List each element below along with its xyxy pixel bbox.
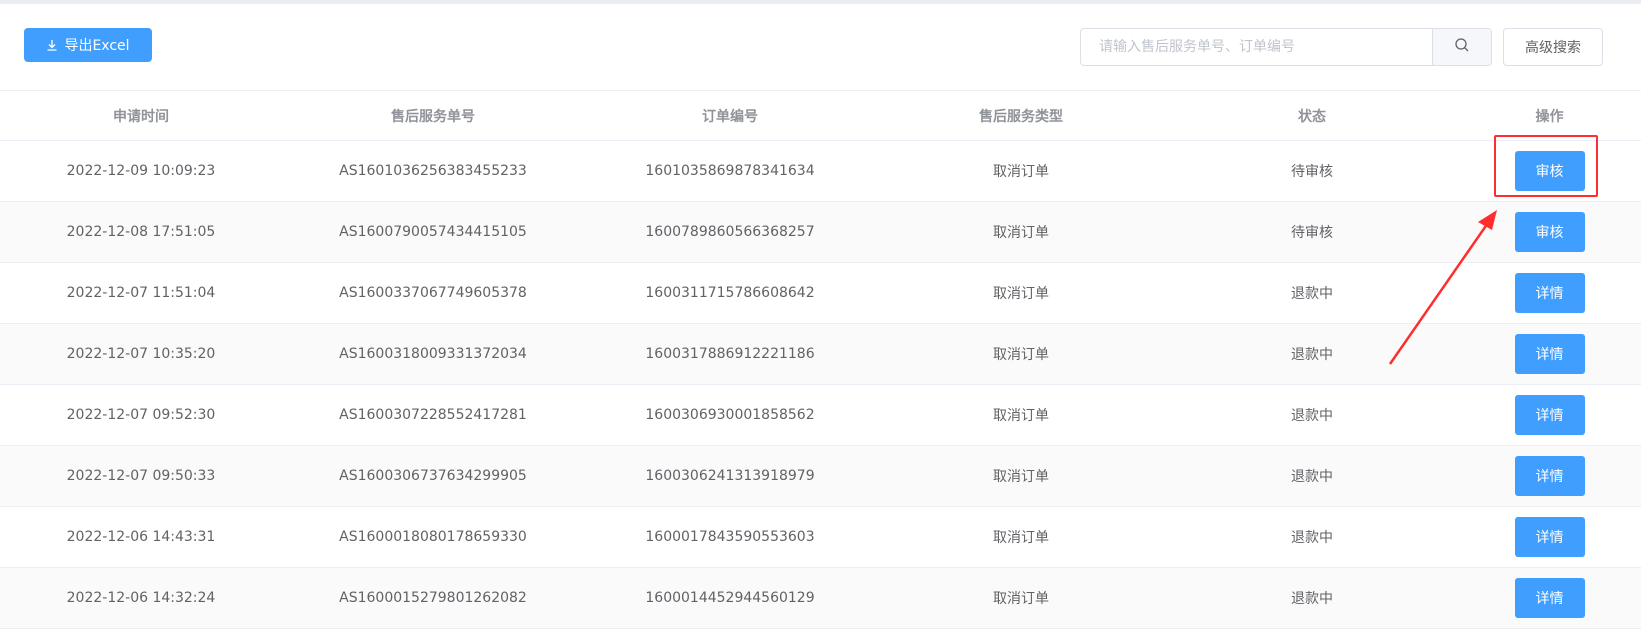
search-input[interactable]: [1081, 29, 1432, 65]
table-row: 2022-12-07 10:35:20 AS160031800933137203…: [0, 324, 1641, 385]
cell-order-no: 1600017843590553603: [645, 529, 815, 545]
table-header: 申请时间 售后服务单号 订单编号 售后服务类型 状态 操作: [0, 91, 1641, 141]
cell-status: 退款中: [1291, 347, 1333, 363]
cell-service-no: AS1600306737634299905: [339, 468, 527, 484]
cell-type: 取消订单: [993, 347, 1049, 363]
cell-order-no: 1601035869878341634: [645, 163, 815, 179]
col-header-status: 状态: [1298, 108, 1326, 125]
review-button[interactable]: 审核: [1514, 212, 1585, 252]
cell-time: 2022-12-07 09:50:33: [66, 468, 216, 484]
cell-action: 详情: [1458, 578, 1641, 618]
cell-service-no: AS1600337067749605378: [339, 285, 527, 301]
cell-action: 详情: [1458, 395, 1641, 435]
cell-time: 2022-12-06 14:43:31: [66, 529, 216, 545]
cell-action: 详情: [1458, 456, 1641, 496]
cell-status: 退款中: [1291, 469, 1333, 485]
cell-time: 2022-12-07 10:35:20: [66, 346, 216, 362]
table-row: 2022-12-06 14:32:24 AS160001527980126208…: [0, 568, 1641, 629]
search-box: [1080, 28, 1492, 66]
table-row: 2022-12-06 14:43:31 AS160001808017865933…: [0, 507, 1641, 568]
detail-button[interactable]: 详情: [1514, 273, 1585, 313]
table-row: 2022-12-07 09:52:30 AS160030722855241728…: [0, 385, 1641, 446]
export-excel-button[interactable]: 导出Excel: [24, 28, 152, 62]
cell-time: 2022-12-06 14:32:24: [66, 590, 216, 606]
col-header-service-no: 售后服务单号: [391, 108, 475, 125]
cell-order-no: 1600014452944560129: [645, 590, 815, 606]
cell-service-no: AS1600015279801262082: [339, 590, 527, 606]
cell-action: 审核: [1458, 151, 1641, 191]
cell-action: 详情: [1458, 334, 1641, 374]
toolbar: 导出Excel 高级搜索: [0, 4, 1641, 90]
detail-button[interactable]: 详情: [1514, 456, 1585, 496]
download-icon: [46, 39, 58, 51]
cell-order-no: 1600317886912221186: [645, 346, 815, 362]
cell-action: 审核: [1458, 212, 1641, 252]
cell-type: 取消订单: [993, 469, 1049, 485]
export-excel-label: 导出Excel: [64, 38, 130, 54]
col-header-type: 售后服务类型: [979, 108, 1063, 125]
detail-button[interactable]: 详情: [1514, 334, 1585, 374]
detail-button[interactable]: 详情: [1514, 578, 1585, 618]
cell-status: 待审核: [1291, 164, 1333, 180]
cell-time: 2022-12-08 17:51:05: [66, 224, 216, 240]
search-icon: [1454, 37, 1470, 57]
cell-status: 退款中: [1291, 530, 1333, 546]
review-button[interactable]: 审核: [1514, 151, 1585, 191]
cell-service-no: AS1600018080178659330: [339, 529, 527, 545]
cell-service-no: AS1600790057434415105: [339, 224, 527, 240]
cell-time: 2022-12-07 09:52:30: [66, 407, 216, 423]
detail-button[interactable]: 详情: [1514, 517, 1585, 557]
cell-status: 退款中: [1291, 591, 1333, 607]
col-header-order-no: 订单编号: [702, 108, 758, 125]
cell-order-no: 1600311715786608642: [645, 285, 815, 301]
col-header-time: 申请时间: [113, 108, 169, 125]
cell-time: 2022-12-07 11:51:04: [66, 285, 216, 301]
cell-status: 待审核: [1291, 225, 1333, 241]
cell-service-no: AS1601036256383455233: [339, 163, 527, 179]
cell-time: 2022-12-09 10:09:23: [66, 163, 216, 179]
search-button[interactable]: [1432, 29, 1491, 65]
cell-order-no: 1600306930001858562: [645, 407, 815, 423]
col-header-action: 操作: [1535, 108, 1564, 125]
cell-status: 退款中: [1291, 408, 1333, 424]
cell-service-no: AS1600318009331372034: [339, 346, 527, 362]
cell-status: 退款中: [1291, 286, 1333, 302]
cell-service-no: AS1600307228552417281: [339, 407, 527, 423]
cell-order-no: 1600789860566368257: [645, 224, 815, 240]
table-row: 2022-12-09 10:09:23 AS160103625638345523…: [0, 141, 1641, 202]
advanced-search-button[interactable]: 高级搜索: [1503, 28, 1603, 66]
detail-button[interactable]: 详情: [1514, 395, 1585, 435]
cell-type: 取消订单: [993, 225, 1049, 241]
cell-type: 取消订单: [993, 591, 1049, 607]
cell-type: 取消订单: [993, 286, 1049, 302]
cell-type: 取消订单: [993, 408, 1049, 424]
table-row: 2022-12-07 09:50:33 AS160030673763429990…: [0, 446, 1641, 507]
after-sales-table: 申请时间 售后服务单号 订单编号 售后服务类型 状态 操作 2022-12-09…: [0, 90, 1641, 629]
table-row: 2022-12-08 17:51:05 AS160079005743441510…: [0, 202, 1641, 263]
cell-type: 取消订单: [993, 530, 1049, 546]
table-row: 2022-12-07 11:51:04 AS160033706774960537…: [0, 263, 1641, 324]
cell-action: 详情: [1458, 517, 1641, 557]
cell-action: 详情: [1458, 273, 1641, 313]
cell-type: 取消订单: [993, 164, 1049, 180]
cell-order-no: 1600306241313918979: [645, 468, 815, 484]
